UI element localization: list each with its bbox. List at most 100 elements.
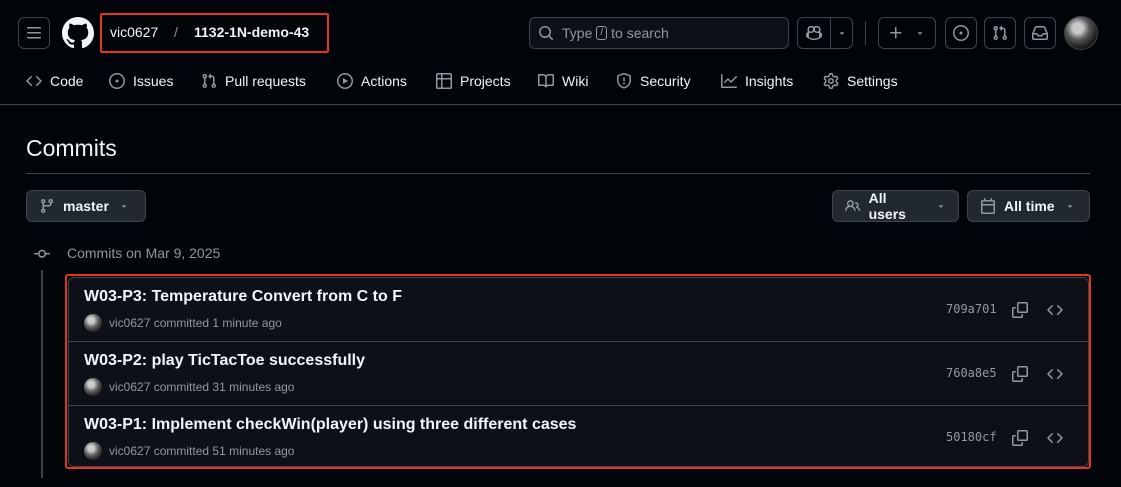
people-icon [845,200,861,211]
plus-icon [890,27,902,39]
header-divider [865,21,866,45]
commit-group-heading: Commits on Mar 9, 2025 [67,245,221,261]
commit-time: 51 minutes ago [212,444,295,458]
chevron-down-icon [938,205,944,208]
search-shortcut-key: / [596,26,608,40]
commit-row[interactable]: W03-P1: Implement checkWin(player) using… [69,405,1088,469]
tab-label: Pull requests [225,73,306,89]
calendar-icon [981,198,995,214]
repo-name-link[interactable]: 1132-1N-demo-43 [194,24,309,40]
commit-message-link[interactable]: W03-P1: Implement checkWin(player) using… [84,416,576,434]
tab-label: Projects [460,73,511,89]
inbox-button[interactable] [1024,17,1056,49]
commit-meta: vic0627 committed 31 minutes ago [84,378,294,396]
time-filter-button[interactable]: All time [967,190,1090,222]
copy-icon [1012,366,1028,382]
pull-request-icon [993,25,1008,41]
commit-sha-link[interactable]: 709a701 [946,302,997,316]
tab-label: Wiki [562,73,589,89]
author-avatar[interactable] [84,314,102,332]
graph-icon [721,74,737,88]
git-branch-icon [40,199,53,214]
copy-sha-button[interactable] [1008,426,1032,450]
browse-files-button[interactable] [1043,362,1067,386]
commit-action: committed [153,316,210,330]
tab-label: Insights [745,73,794,89]
inbox-icon [1032,26,1048,40]
commit-action: committed [153,444,210,458]
commit-message-link[interactable]: W03-P3: Temperature Convert from C to F [84,288,402,306]
copy-icon [1012,302,1028,318]
divider [26,173,1090,174]
branch-name: master [63,198,109,214]
chevron-down-icon [121,205,127,208]
code-icon [26,75,42,87]
tab-label: Actions [361,73,407,89]
tab-issues[interactable]: Issues [109,66,173,96]
tab-wiki[interactable]: Wiki [538,66,588,96]
author-avatar[interactable] [84,442,102,460]
time-filter-label: All time [1004,198,1055,214]
author-link[interactable]: vic0627 [109,316,150,330]
gear-icon [823,73,839,89]
tab-actions[interactable]: Actions [337,66,407,96]
code-icon [1047,432,1063,444]
issue-opened-icon [953,25,969,41]
branch-select-button[interactable]: master [26,190,146,222]
chevron-down-icon [917,32,923,35]
commit-time: 31 minutes ago [212,380,295,394]
github-logo-icon[interactable] [62,17,94,49]
page-title: Commits [26,135,117,161]
chevron-down-icon [1067,205,1072,208]
browse-files-button[interactable] [1043,426,1067,450]
tab-label: Settings [847,73,898,89]
commit-meta: vic0627 committed 51 minutes ago [84,442,294,460]
pull-request-icon [202,73,217,89]
breadcrumb-separator: / [174,24,178,40]
timeline-line [41,270,43,478]
search-icon [539,26,554,41]
pull-requests-button[interactable] [984,17,1016,49]
commit-row[interactable]: W03-P2: play TicTacToe successfully vic0… [69,341,1088,405]
tab-insights[interactable]: Insights [721,66,793,96]
commit-action: committed [153,380,210,394]
commit-list: W03-P3: Temperature Convert from C to F … [68,277,1089,467]
commit-row[interactable]: W03-P3: Temperature Convert from C to F … [69,278,1088,342]
repo-owner-link[interactable]: vic0627 [110,24,158,40]
commit-time: 1 minute ago [212,316,282,330]
tab-projects[interactable]: Projects [436,66,511,96]
browse-files-button[interactable] [1043,298,1067,322]
commit-meta: vic0627 committed 1 minute ago [84,314,282,332]
issue-icon [109,73,125,89]
user-avatar[interactable] [1064,16,1098,50]
copilot-icon [806,25,822,41]
search-placeholder-suffix: to search [611,25,669,41]
tab-code[interactable]: Code [26,66,83,96]
author-link[interactable]: vic0627 [109,444,150,458]
git-commit-icon [34,246,50,262]
global-header: vic0627 / 1132-1N-demo-43 Type / to sear… [0,0,1121,105]
book-icon [538,73,554,88]
shield-icon [617,73,631,89]
copy-icon [1012,430,1028,446]
copilot-button[interactable] [797,17,853,49]
copy-sha-button[interactable] [1008,362,1032,386]
tab-label: Security [640,73,691,89]
issues-button[interactable] [945,17,977,49]
tab-label: Issues [133,73,174,89]
menu-button[interactable] [18,17,50,49]
commit-sha-link[interactable]: 760a8e5 [946,366,997,380]
author-link[interactable]: vic0627 [109,380,150,394]
tab-security[interactable]: Security [616,66,691,96]
search-input[interactable]: Type / to search [529,17,789,49]
copy-sha-button[interactable] [1008,298,1032,322]
author-avatar[interactable] [84,378,102,396]
create-new-button[interactable] [878,17,936,49]
commit-message-link[interactable]: W03-P2: play TicTacToe successfully [84,352,365,370]
commit-sha-link[interactable]: 50180cf [946,430,997,444]
hamburger-icon [27,27,41,39]
tab-settings[interactable]: Settings [823,66,898,96]
tab-pull-requests[interactable]: Pull requests [201,66,306,96]
code-icon [1047,304,1063,316]
users-filter-button[interactable]: All users [832,190,959,222]
